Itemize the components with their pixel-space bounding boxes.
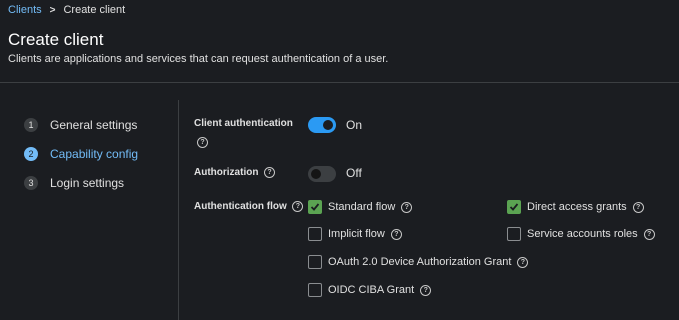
page-description: Clients are applications and services th… xyxy=(8,53,389,65)
step-label: General settings xyxy=(50,118,138,132)
oidc-ciba-grant-checkbox[interactable]: OIDC CIBA Grant ? xyxy=(308,283,432,297)
step-number: 3 xyxy=(24,176,38,190)
checkbox-box[interactable] xyxy=(507,200,521,214)
direct-access-grants-checkbox[interactable]: Direct access grants ? xyxy=(507,200,644,214)
checkbox-box[interactable] xyxy=(507,227,521,241)
client-authentication-label: Client authentication xyxy=(194,118,293,129)
checkbox-box[interactable] xyxy=(308,255,322,269)
help-icon[interactable]: ? xyxy=(632,201,644,213)
checkbox-label: Standard flow xyxy=(328,201,396,213)
checkbox-label: Service accounts roles xyxy=(527,228,638,240)
help-icon[interactable]: ? xyxy=(643,228,655,240)
step-label: Login settings xyxy=(50,176,125,190)
breadcrumb: Clients > Create client xyxy=(8,4,125,16)
page-title: Create client xyxy=(8,30,104,49)
help-icon[interactable]: ? xyxy=(390,228,402,240)
checkmark-icon xyxy=(310,203,320,211)
authorization-label-text: Authorization xyxy=(194,167,259,179)
wizard-step-capability-config[interactable]: 2 Capability config xyxy=(24,147,138,161)
checkbox-label: OIDC CIBA Grant xyxy=(328,284,415,296)
help-icon[interactable]: ? xyxy=(420,284,432,296)
implicit-flow-checkbox[interactable]: Implicit flow ? xyxy=(308,227,402,241)
help-icon[interactable]: ? xyxy=(264,167,275,178)
help-icon[interactable]: ? xyxy=(292,201,304,212)
toggle-knob xyxy=(311,169,321,179)
wizard-step-general-settings[interactable]: 1 General settings xyxy=(24,118,137,132)
help-icon[interactable]: ? xyxy=(197,137,208,148)
checkbox-label: OAuth 2.0 Device Authorization Grant xyxy=(328,256,512,268)
checkmark-icon xyxy=(509,203,519,211)
step-label: Capability config xyxy=(50,147,139,161)
checkbox-label: Direct access grants xyxy=(527,201,627,213)
authentication-flow-label-text: Authentication flow xyxy=(194,201,287,213)
wizard-step-login-settings[interactable]: 3 Login settings xyxy=(24,176,124,190)
checkbox-box[interactable] xyxy=(308,227,322,241)
breadcrumb-separator-icon: > xyxy=(49,4,56,16)
checkbox-label: Implicit flow xyxy=(328,228,385,240)
breadcrumb-current: Create client xyxy=(63,4,126,16)
step-number: 1 xyxy=(24,118,38,132)
breadcrumb-clients-link[interactable]: Clients xyxy=(8,4,42,16)
client-authentication-toggle[interactable] xyxy=(308,117,336,133)
service-accounts-roles-checkbox[interactable]: Service accounts roles ? xyxy=(507,227,655,241)
wizard-nav: 1 General settings 2 Capability config 3… xyxy=(0,100,179,320)
standard-flow-checkbox[interactable]: Standard flow ? xyxy=(308,200,413,214)
authorization-toggle[interactable] xyxy=(308,166,336,182)
step-number: 2 xyxy=(24,147,38,161)
help-icon[interactable]: ? xyxy=(401,201,413,213)
client-authentication-state: On xyxy=(346,118,363,132)
checkbox-box[interactable] xyxy=(308,283,322,297)
help-icon[interactable]: ? xyxy=(517,256,529,268)
authentication-flow-label: Authentication flow ? xyxy=(194,201,304,213)
toggle-knob xyxy=(323,120,333,130)
authorization-state: Off xyxy=(346,166,362,180)
oauth-device-grant-checkbox[interactable]: OAuth 2.0 Device Authorization Grant ? xyxy=(308,255,529,269)
checkbox-box[interactable] xyxy=(308,200,322,214)
header-divider xyxy=(0,82,679,83)
authorization-label: Authorization ? xyxy=(194,167,275,178)
